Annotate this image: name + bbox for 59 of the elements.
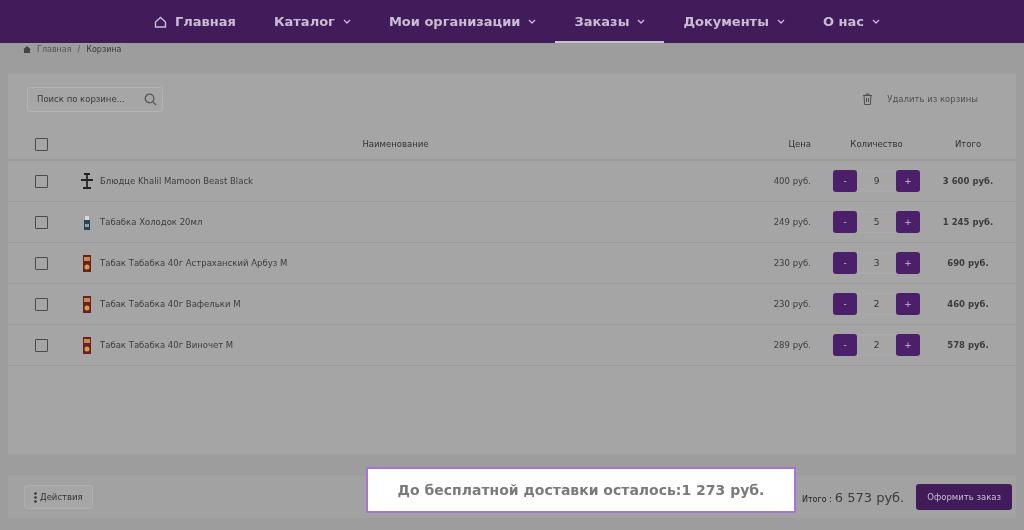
decrease-button[interactable]: - [833, 334, 857, 356]
total-label: Итого : [801, 494, 832, 504]
nav-link[interactable]: О нас [803, 0, 899, 43]
total-text: 690 руб. [947, 258, 989, 268]
total-text: 3 600 руб. [942, 176, 994, 186]
column-header: Цена [788, 139, 811, 149]
breadcrumb-link[interactable]: Корзина [86, 44, 122, 54]
increase-button[interactable]: + [896, 170, 920, 192]
total-amount: 6 573 руб. [834, 489, 905, 505]
column-header: Количество [850, 139, 903, 149]
checkbox[interactable] [34, 338, 48, 352]
total-text: 578 руб. [947, 340, 989, 350]
price-text: 289 руб. [773, 340, 811, 350]
breadcrumb-separator: / [77, 44, 81, 54]
increase-button[interactable]: + [896, 293, 920, 315]
nav-link[interactable]: Главная [135, 0, 255, 43]
price-text: 230 руб. [773, 299, 811, 309]
price-text: 230 руб. [773, 258, 811, 268]
trash-icon [862, 93, 874, 105]
increase-button[interactable]: + [896, 334, 920, 356]
column-header: Итого [954, 139, 982, 149]
product-name[interactable]: Табак Табабка 40г Вафельки М [100, 299, 241, 309]
checkbox[interactable] [34, 215, 48, 229]
home-icon [23, 45, 31, 53]
decrease-button[interactable]: - [833, 170, 857, 192]
checkbox[interactable] [34, 256, 48, 270]
column-header: Наименование [362, 139, 429, 149]
search-icon [144, 92, 157, 106]
quantity-field[interactable]: 5 [857, 211, 896, 233]
decrease-button[interactable]: - [833, 252, 857, 274]
increase-button[interactable]: + [896, 211, 920, 233]
quantity-field[interactable]: 3 [857, 252, 896, 274]
nav-link[interactable]: Мои организации [369, 0, 556, 43]
home-icon [154, 15, 168, 28]
nav-link[interactable]: Каталог [254, 0, 370, 43]
quantity-field[interactable]: 9 [857, 170, 896, 192]
decrease-button[interactable]: - [833, 293, 857, 315]
quantity-field[interactable]: 2 [857, 293, 896, 315]
product-name[interactable]: Табак Табабка 40г Астраханский Арбуз М [100, 258, 288, 268]
product-name[interactable]: Блюдце Khalil Mamoon Beast Black [100, 176, 253, 186]
nav-link[interactable]: Документы [664, 0, 804, 43]
checkbox[interactable] [34, 297, 48, 311]
quantity-field[interactable]: 2 [857, 334, 896, 356]
total-text: 1 245 руб. [942, 217, 994, 227]
price-text: 400 руб. [773, 176, 811, 186]
decrease-button[interactable]: - [833, 211, 857, 233]
checkbox[interactable] [34, 137, 48, 151]
product-name[interactable]: Табак Табабка 40г Виночет М [100, 340, 234, 350]
checkout-button[interactable]: Оформить заказ [916, 484, 1012, 510]
total-text: 460 руб. [947, 299, 989, 309]
product-name[interactable]: Табабка Холодок 20мл [100, 217, 203, 227]
actions-button[interactable]: Действия [24, 485, 93, 509]
delivery-notice: До бесплатной доставки осталось:1 273 руб. [366, 467, 796, 513]
more-icon [34, 491, 37, 503]
checkbox[interactable] [34, 174, 48, 188]
search-field[interactable]: Поиск по корзине... [27, 86, 163, 112]
nav-link[interactable]: Заказы [555, 0, 665, 43]
price-text: 249 руб. [773, 217, 811, 227]
increase-button[interactable]: + [896, 252, 920, 274]
